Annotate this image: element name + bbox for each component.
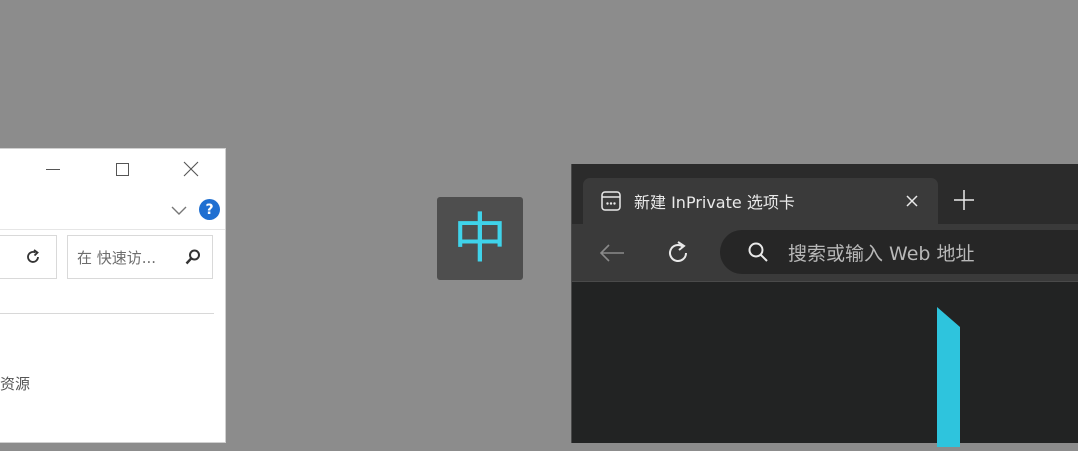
close-icon: [906, 195, 918, 207]
nav-item-label[interactable]: 资源: [0, 373, 30, 394]
plus-icon: [954, 190, 974, 210]
reload-button[interactable]: [662, 237, 694, 269]
address-placeholder: 搜索或输入 Web 地址: [788, 242, 975, 265]
mouse-pointer-icon: [937, 307, 960, 447]
help-button[interactable]: ?: [199, 199, 220, 220]
tab-title: 新建 InPrivate 选项卡: [634, 193, 795, 212]
search-icon: [746, 240, 770, 264]
inprivate-tab-icon: [600, 190, 622, 212]
refresh-button[interactable]: [0, 235, 57, 279]
content-divider: [0, 313, 214, 314]
file-explorer-window: ? 在 快速访... 资源: [0, 148, 226, 443]
refresh-icon: [27, 249, 39, 263]
expand-ribbon-button[interactable]: [170, 201, 188, 220]
ime-mode-label: 中: [453, 206, 507, 270]
minimize-icon: [46, 168, 60, 170]
help-icon: ?: [205, 201, 214, 218]
ribbon-divider: [0, 229, 225, 230]
browser-toolbar: 搜索或输入 Web 地址: [572, 224, 1078, 282]
reload-icon: [669, 241, 687, 262]
mouse-pointer: [936, 307, 960, 451]
close-button[interactable]: [178, 157, 204, 181]
page-content[interactable]: [572, 282, 1078, 443]
tab-new-inprivate[interactable]: 新建 InPrivate 选项卡: [583, 178, 938, 224]
search-input[interactable]: 在 快速访...: [67, 235, 213, 279]
ime-mode-indicator: 中: [437, 197, 523, 280]
edge-browser-window: 新建 InPrivate 选项卡 搜索或输入 Web 地址: [571, 164, 1078, 447]
tab-close-button[interactable]: [902, 191, 922, 211]
search-placeholder: 在 快速访...: [77, 248, 157, 267]
maximize-button[interactable]: [109, 157, 135, 181]
chevron-down-icon: [171, 206, 187, 215]
back-button[interactable]: [596, 237, 628, 269]
address-bar[interactable]: 搜索或输入 Web 地址: [720, 230, 1078, 274]
search-icon: [182, 248, 204, 266]
maximize-icon: [115, 162, 129, 176]
back-arrow-icon: [599, 244, 624, 262]
close-icon: [183, 161, 199, 177]
new-tab-button[interactable]: [950, 186, 978, 214]
tab-strip: 新建 InPrivate 选项卡: [572, 164, 1078, 224]
minimize-button[interactable]: [40, 157, 66, 181]
